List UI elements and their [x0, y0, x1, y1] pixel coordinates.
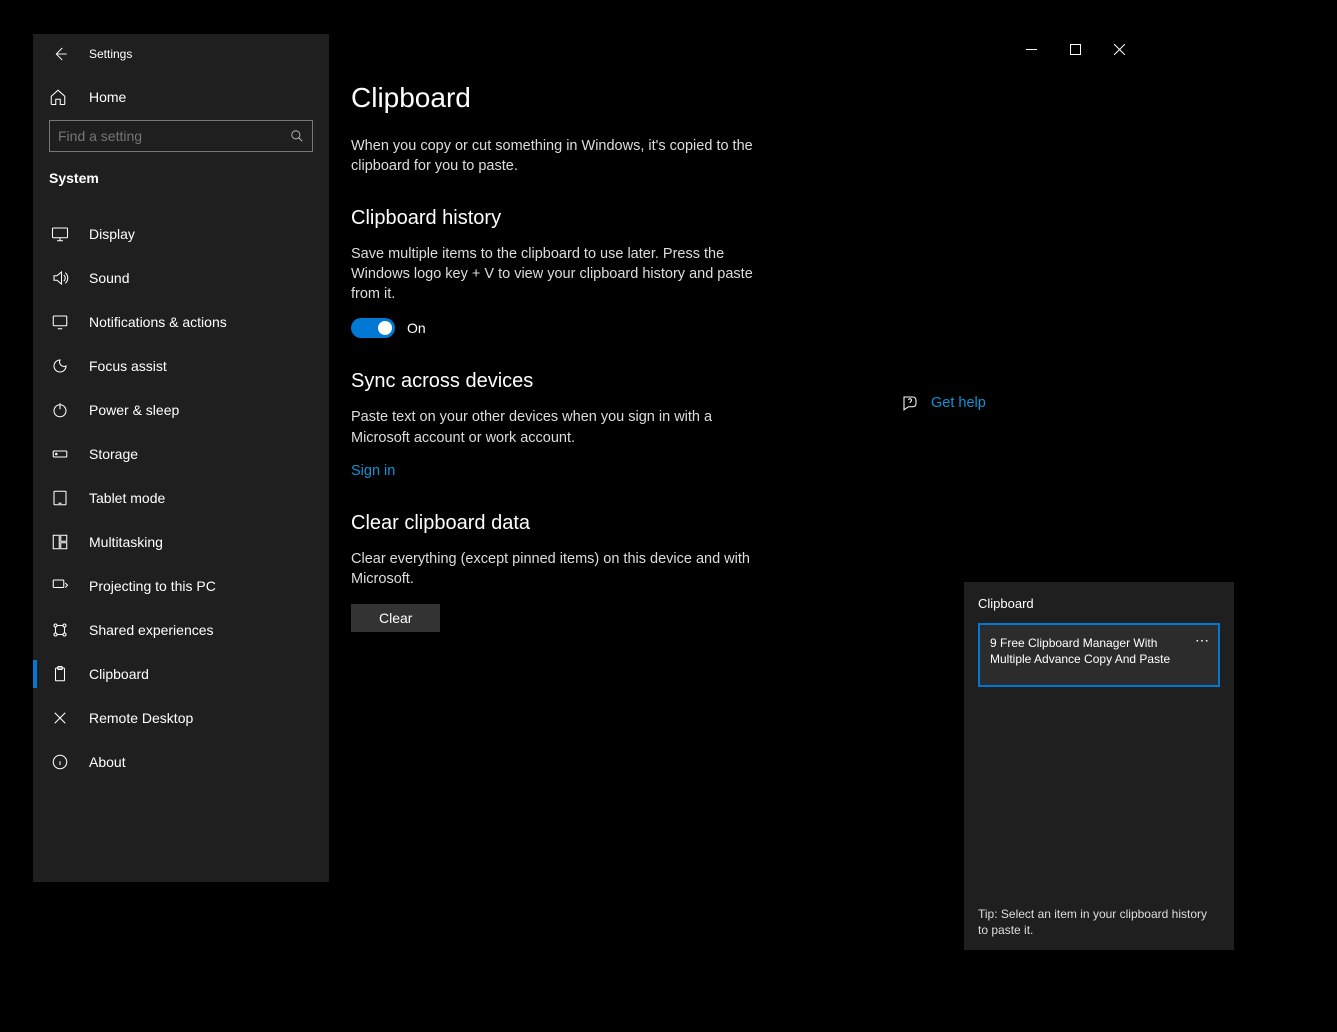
sound-icon [49, 269, 71, 287]
app-title: Settings [89, 47, 132, 61]
help-link[interactable]: Get help [931, 395, 986, 411]
nav-label: Power & sleep [89, 402, 179, 418]
section-title: System [33, 162, 329, 204]
nav-label: Notifications & actions [89, 314, 227, 330]
minimize-button[interactable] [1009, 34, 1053, 64]
nav-label: Tablet mode [89, 490, 165, 506]
nav-shared[interactable]: Shared experiences [33, 608, 329, 652]
back-arrow-icon[interactable] [51, 45, 69, 63]
body-col: When you copy or cut something in Window… [351, 136, 761, 664]
clipboard-flyout: Clipboard ⋯ 9 Free Clipboard Manager Wit… [964, 582, 1234, 950]
flyout-title: Clipboard [978, 596, 1220, 611]
projecting-icon [49, 577, 71, 595]
toggle-knob [378, 321, 392, 335]
nav-label: Storage [89, 446, 138, 462]
nav-display[interactable]: Display [33, 212, 329, 256]
nav-sound[interactable]: Sound [33, 256, 329, 300]
page-intro: When you copy or cut something in Window… [351, 136, 761, 177]
multitask-icon [49, 533, 71, 551]
storage-icon [49, 445, 71, 463]
help-icon [901, 394, 919, 412]
sync-heading: Sync across devices [351, 370, 761, 393]
clear-desc: Clear everything (except pinned items) o… [351, 549, 761, 590]
history-toggle[interactable] [351, 318, 395, 338]
clip-item-text: 9 Free Clipboard Manager With Multiple A… [990, 636, 1170, 666]
notifications-icon [49, 313, 71, 331]
nav-label: About [89, 754, 126, 770]
flyout-tip: Tip: Select an item in your clipboard hi… [978, 906, 1220, 938]
nav-label: Display [89, 226, 135, 242]
page-title: Clipboard [351, 82, 1141, 114]
home-label: Home [89, 89, 126, 105]
nav-label: Sound [89, 270, 129, 286]
home-nav[interactable]: Home [33, 74, 329, 120]
nav-clipboard[interactable]: Clipboard [33, 652, 329, 696]
nav-label: Clipboard [89, 666, 149, 682]
nav-power[interactable]: Power & sleep [33, 388, 329, 432]
nav-label: Projecting to this PC [89, 578, 216, 594]
history-toggle-state: On [407, 320, 426, 336]
section-clear: Clear clipboard data Clear everything (e… [351, 512, 761, 632]
sidebar: Settings Home System Display [33, 34, 329, 882]
maximize-button[interactable] [1053, 34, 1097, 64]
nav-focus-assist[interactable]: Focus assist [33, 344, 329, 388]
search-box[interactable] [49, 120, 313, 152]
nav-label: Multitasking [89, 534, 163, 550]
focus-icon [49, 357, 71, 375]
nav-projecting[interactable]: Projecting to this PC [33, 564, 329, 608]
clear-button[interactable]: Clear [351, 604, 440, 632]
power-icon [49, 401, 71, 419]
nav-label: Remote Desktop [89, 710, 193, 726]
nav-about[interactable]: About [33, 740, 329, 784]
search-icon [290, 129, 304, 143]
nav-tablet[interactable]: Tablet mode [33, 476, 329, 520]
section-history: Clipboard history Save multiple items to… [351, 207, 761, 339]
home-icon [49, 88, 71, 106]
remote-icon [49, 709, 71, 727]
shared-icon [49, 621, 71, 639]
nav-remote[interactable]: Remote Desktop [33, 696, 329, 740]
clipboard-history-item[interactable]: ⋯ 9 Free Clipboard Manager With Multiple… [978, 623, 1220, 687]
section-sync: Sync across devices Paste text on your o… [351, 370, 761, 480]
clear-heading: Clear clipboard data [351, 512, 761, 535]
clip-item-menu-icon[interactable]: ⋯ [1195, 631, 1210, 650]
history-desc: Save multiple items to the clipboard to … [351, 244, 761, 305]
close-button[interactable] [1097, 34, 1141, 64]
search-wrap [33, 120, 329, 162]
display-icon [49, 225, 71, 243]
sidebar-header: Settings [33, 34, 329, 74]
clipboard-icon [49, 665, 71, 683]
sync-desc: Paste text on your other devices when yo… [351, 407, 761, 448]
nav-notifications[interactable]: Notifications & actions [33, 300, 329, 344]
titlebar [1009, 34, 1141, 66]
nav-list: Display Sound Notifications & actions Fo… [33, 204, 329, 784]
search-input[interactable] [58, 128, 290, 144]
history-heading: Clipboard history [351, 207, 761, 230]
nav-label: Shared experiences [89, 622, 214, 638]
nav-multitasking[interactable]: Multitasking [33, 520, 329, 564]
nav-storage[interactable]: Storage [33, 432, 329, 476]
sign-in-link[interactable]: Sign in [351, 463, 395, 479]
about-icon [49, 753, 71, 771]
nav-label: Focus assist [89, 358, 167, 374]
history-toggle-row: On [351, 318, 761, 338]
tablet-icon [49, 489, 71, 507]
